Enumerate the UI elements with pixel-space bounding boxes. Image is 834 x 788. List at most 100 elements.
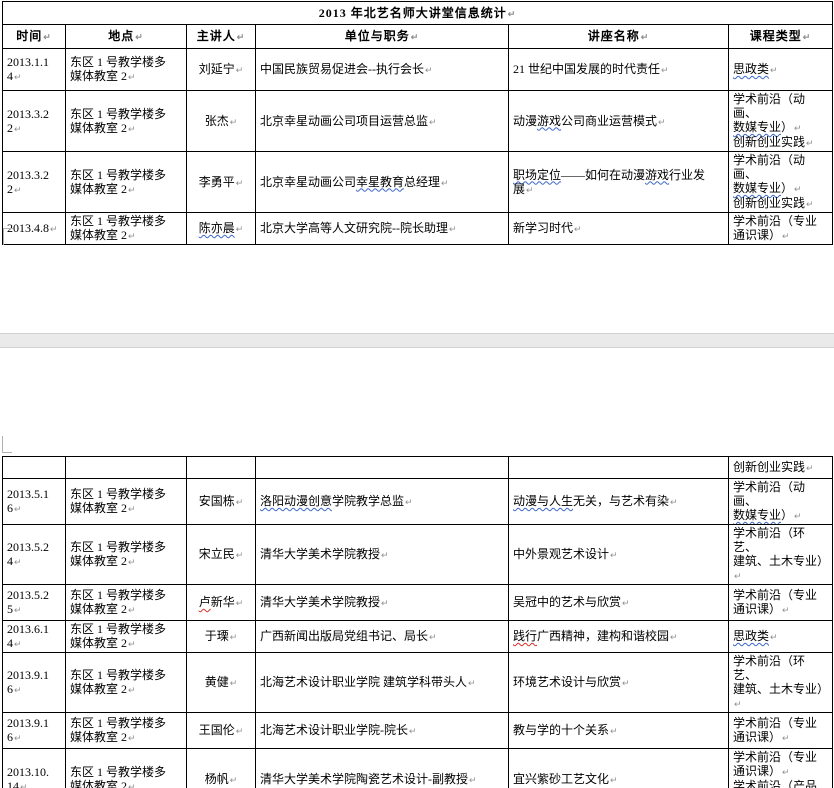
cell-lecture[interactable]: 动漫与人生无关，与艺术有染↵: [509, 479, 729, 525]
text-segment: 2013.6.1: [7, 622, 49, 636]
cell-end-mark: ↵: [507, 9, 517, 19]
cell-time[interactable]: 2013.3.22↵: [3, 152, 66, 213]
cell-type[interactable]: 创新创业实践↵: [729, 457, 833, 479]
cell-type[interactable]: 学术前沿（动画、数媒专业）↵: [729, 479, 833, 525]
cell-type[interactable]: 学术前沿（专业通识课）↵: [729, 713, 833, 749]
cell-place[interactable]: 东区 1 号教学楼多媒体教室 2↵: [66, 213, 187, 245]
cell-time[interactable]: 2013.1.14↵: [3, 49, 66, 91]
cell-speaker[interactable]: 刘延宁↵: [187, 49, 256, 91]
cell-type[interactable]: 学术前沿（环艺、建筑、土木专业）↵: [729, 525, 833, 585]
cell-end-mark: ↵: [235, 598, 244, 608]
cell-lecture[interactable]: 中外景观艺术设计↵: [509, 525, 729, 585]
cell-org[interactable]: 北京幸星动画公司幸星教育总经理↵: [256, 152, 509, 213]
cell-lecture[interactable]: [509, 457, 729, 479]
cell-time[interactable]: 2013.6.14↵: [3, 621, 66, 653]
cell-type[interactable]: 学术前沿（动画、数媒专业）↵创新创业实践↵: [729, 152, 833, 213]
cell-lecture[interactable]: 环境艺术设计与欣赏↵: [509, 653, 729, 713]
text-segment: 广西精神，建构和谐校园: [537, 629, 669, 643]
cell-type[interactable]: 学术前沿（专业通识课）↵学术前沿（产品专业）↵: [729, 749, 833, 788]
cell-org[interactable]: [256, 457, 509, 479]
cell-place[interactable]: 东区 1 号教学楼多媒体教室 2↵: [66, 479, 187, 525]
cell-speaker[interactable]: 于瑮↵: [187, 621, 256, 653]
table-row: 2013.10.14↵东区 1 号教学楼多媒体教室 2↵杨帆↵清华大学美术学院陶…: [3, 749, 833, 788]
cell-place[interactable]: 东区 1 号教学楼多媒体教室 2↵: [66, 749, 187, 788]
text-segment: ）: [781, 181, 793, 195]
cell-org[interactable]: 中国民族贸易促进会--执行会长↵: [256, 49, 509, 91]
cell-lecture[interactable]: 宜兴紫砂工艺文化↵: [509, 749, 729, 788]
cell-place[interactable]: [66, 457, 187, 479]
cell-org[interactable]: 北京大学高等人文研究院--院长助理↵: [256, 213, 509, 245]
column-header-lecture[interactable]: 讲座名称↵: [509, 25, 729, 49]
cell-time[interactable]: [3, 457, 66, 479]
text-segment: 东区 1 号教学楼多: [70, 716, 166, 730]
cell-org[interactable]: 北海艺术设计职业学院-院长↵: [256, 713, 509, 749]
cell-place[interactable]: 东区 1 号教学楼多媒体教室 2↵: [66, 653, 187, 713]
cell-org[interactable]: 洛阳动漫创意学院教学总监↵: [256, 479, 509, 525]
cell-title[interactable]: 2013 年北艺名师大讲堂信息统计↵: [3, 2, 833, 25]
cell-end-mark: ↵: [410, 32, 420, 42]
cell-org[interactable]: 北京幸星动画公司项目运营总监↵: [256, 91, 509, 152]
column-header-time[interactable]: 时间↵: [3, 25, 66, 49]
cell-speaker[interactable]: 张杰↵: [187, 91, 256, 152]
cell-time[interactable]: 2013.5.24↵: [3, 525, 66, 585]
cell-lecture[interactable]: 践行广西精神，建构和谐校园↵: [509, 621, 729, 653]
cell-place[interactable]: 东区 1 号教学楼多媒体教室 2↵: [66, 152, 187, 213]
cell-type[interactable]: 思政类↵: [729, 621, 833, 653]
cell-type[interactable]: 学术前沿（专业通识课）↵: [729, 585, 833, 621]
cell-org[interactable]: 清华大学美术学院教授↵: [256, 525, 509, 585]
cell-end-mark: ↵: [127, 185, 136, 195]
column-header-speaker[interactable]: 主讲人↵: [187, 25, 256, 49]
cell-time[interactable]: 2013.5.16↵: [3, 479, 66, 525]
text-segment: 学术前沿（专业: [733, 588, 817, 602]
cell-time[interactable]: 2013.3.22↵: [3, 91, 66, 152]
cell-end-mark: ↵: [793, 184, 802, 194]
cell-place[interactable]: 东区 1 号教学楼多媒体教室 2↵: [66, 585, 187, 621]
cell-speaker[interactable]: 杨帆↵: [187, 749, 256, 788]
cell-time[interactable]: 2013.10.14↵: [3, 749, 66, 788]
text-segment: 媒体教室 2: [70, 730, 127, 744]
cell-type[interactable]: 思政类↵: [729, 49, 833, 91]
text-segment: 学院教学总监: [332, 494, 404, 508]
text-segment: 陈亦晨: [199, 221, 235, 235]
text-segment: 黄健: [205, 675, 229, 689]
cell-type[interactable]: 学术前沿（环艺、建筑、土木专业）↵: [729, 653, 833, 713]
cell-speaker[interactable]: 陈亦晨↵: [187, 213, 256, 245]
cell-org[interactable]: 清华大学美术学院陶瓷艺术设计-副教授↵: [256, 749, 509, 788]
column-header-type[interactable]: 课程类型↵: [729, 25, 833, 49]
text-segment: 北京幸星动画公司: [260, 175, 356, 189]
cell-speaker[interactable]: 安国栋↵: [187, 479, 256, 525]
cell-org[interactable]: 广西新闻出版局党组书记、局长↵: [256, 621, 509, 653]
cell-place[interactable]: 东区 1 号教学楼多媒体教室 2↵: [66, 621, 187, 653]
cell-speaker[interactable]: [187, 457, 256, 479]
cell-speaker[interactable]: 卢新华↵: [187, 585, 256, 621]
cell-speaker[interactable]: 黄健↵: [187, 653, 256, 713]
cell-lecture[interactable]: 21 世纪中国发展的时代责任↵: [509, 49, 729, 91]
cell-type[interactable]: 学术前沿（动画、数媒专业）↵创新创业实践↵: [729, 91, 833, 152]
cell-speaker[interactable]: 王国伦↵: [187, 713, 256, 749]
cell-lecture[interactable]: 吴冠中的艺术与欣赏↵: [509, 585, 729, 621]
cell-time[interactable]: 2013.5.25↵: [3, 585, 66, 621]
cell-speaker[interactable]: 宋立民↵: [187, 525, 256, 585]
cell-time[interactable]: 2013.9.16↵: [3, 713, 66, 749]
page-separator-band[interactable]: [0, 333, 834, 348]
cell-org[interactable]: 清华大学美术学院教授↵: [256, 585, 509, 621]
cell-place[interactable]: 东区 1 号教学楼多媒体教室 2↵: [66, 525, 187, 585]
column-header-place[interactable]: 地点↵: [66, 25, 187, 49]
cell-lecture[interactable]: 职场定位——如何在动漫游戏行业发展↵: [509, 152, 729, 213]
text-segment: 洛阳动漫创意: [260, 494, 332, 508]
document-page[interactable]: 2013 年北艺名师大讲堂信息统计↵ 时间↵ 地点↵ 主讲人↵ 单位与职务↵ 讲…: [0, 0, 834, 788]
cell-place[interactable]: 东区 1 号教学楼多媒体教室 2↵: [66, 713, 187, 749]
cell-time[interactable]: 2013.9.16↵: [3, 653, 66, 713]
cell-type[interactable]: 学术前沿（专业通识课）↵: [729, 213, 833, 245]
text-segment: 安国栋: [199, 494, 235, 508]
cell-lecture[interactable]: 教与学的十个关系↵: [509, 713, 729, 749]
cell-org[interactable]: 北海艺术设计职业学院 建筑学科带头人↵: [256, 653, 509, 713]
cell-end-mark: ↵: [793, 511, 802, 521]
cell-place[interactable]: 东区 1 号教学楼多媒体教室 2↵: [66, 49, 187, 91]
cell-place[interactable]: 东区 1 号教学楼多媒体教室 2↵: [66, 91, 187, 152]
cell-speaker[interactable]: 李勇平↵: [187, 152, 256, 213]
text-segment: 清华大学美术学院教授: [260, 547, 380, 561]
cell-lecture[interactable]: 动漫游戏公司商业运营模式↵: [509, 91, 729, 152]
cell-lecture[interactable]: 新学习时代↵: [509, 213, 729, 245]
column-header-org[interactable]: 单位与职务↵: [256, 25, 509, 49]
